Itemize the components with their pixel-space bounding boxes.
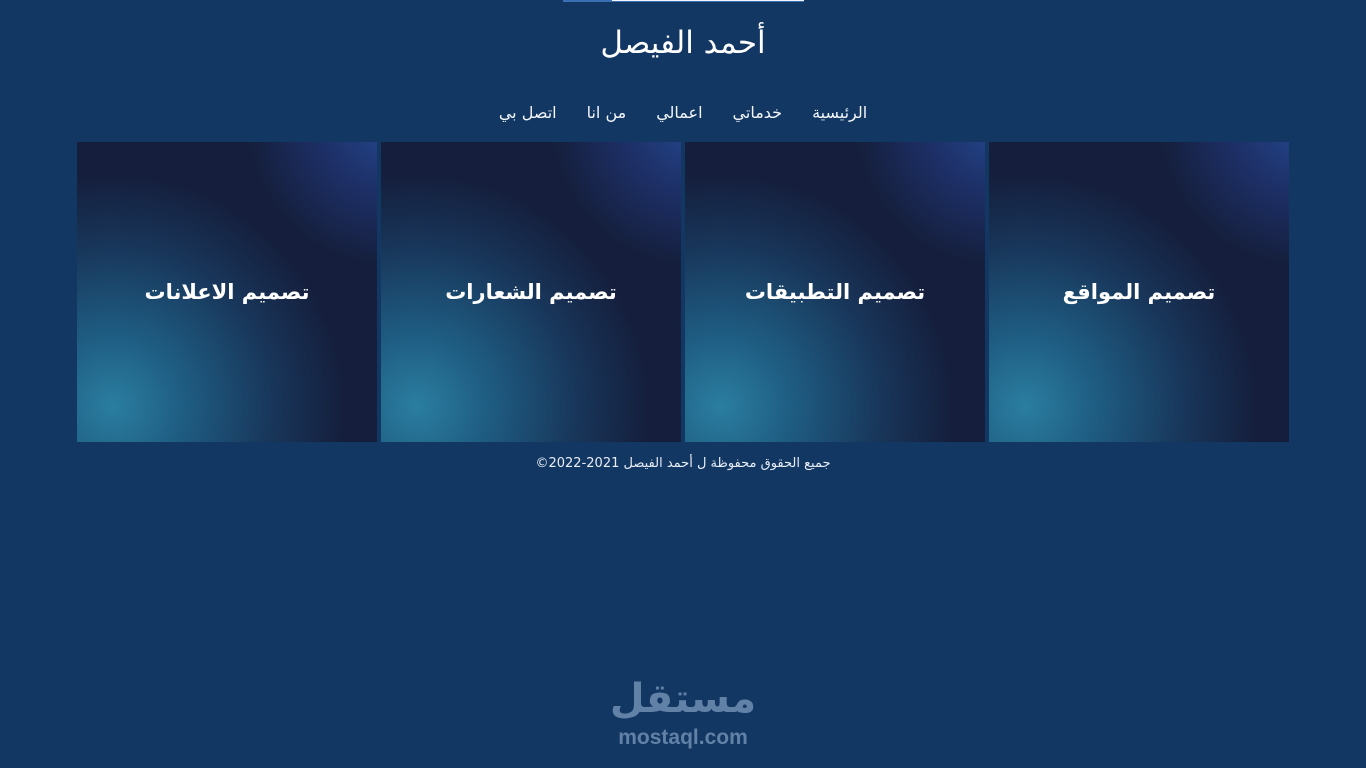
service-card-web-design[interactable]: تصميم المواقع xyxy=(989,142,1289,442)
site-title: أحمد الفيصل xyxy=(600,25,766,61)
main-nav: الرئيسية خدماتي اعمالي من انا اتصل بي xyxy=(0,100,1366,126)
mostaql-url: mostaql.com xyxy=(618,726,748,749)
service-card-label: تصميم المواقع xyxy=(1062,280,1216,304)
mostaql-watermark: مستقل mostaql.com xyxy=(598,672,768,756)
nav-item-services[interactable]: خدماتي xyxy=(733,100,783,126)
services-grid: تصميم المواقع تصميم التطبيقات تصميم الشع… xyxy=(77,142,1289,442)
service-card-label: تصميم الاعلانات xyxy=(144,280,310,304)
service-card-logo-design[interactable]: تصميم الشعارات xyxy=(381,142,681,442)
mostaql-logo: مستقل xyxy=(609,676,757,722)
nav-item-contact[interactable]: اتصل بي xyxy=(499,100,557,126)
nav-item-about[interactable]: من انا xyxy=(587,100,627,126)
copyright-footer: جميع الحقوق محفوظة ل أحمد الفيصل 2021-20… xyxy=(535,456,831,471)
service-card-label: تصميم الشعارات xyxy=(445,280,617,304)
nav-item-home[interactable]: الرئيسية xyxy=(812,100,867,126)
service-card-label: تصميم التطبيقات xyxy=(744,280,926,304)
service-card-app-design[interactable]: تصميم التطبيقات xyxy=(685,142,985,442)
page: أحمد الفيصل الرئيسية خدماتي اعمالي من ان… xyxy=(0,0,1366,768)
service-card-ad-design[interactable]: تصميم الاعلانات xyxy=(77,142,377,442)
nav-item-works[interactable]: اعمالي xyxy=(656,100,702,126)
top-strip xyxy=(563,0,804,2)
